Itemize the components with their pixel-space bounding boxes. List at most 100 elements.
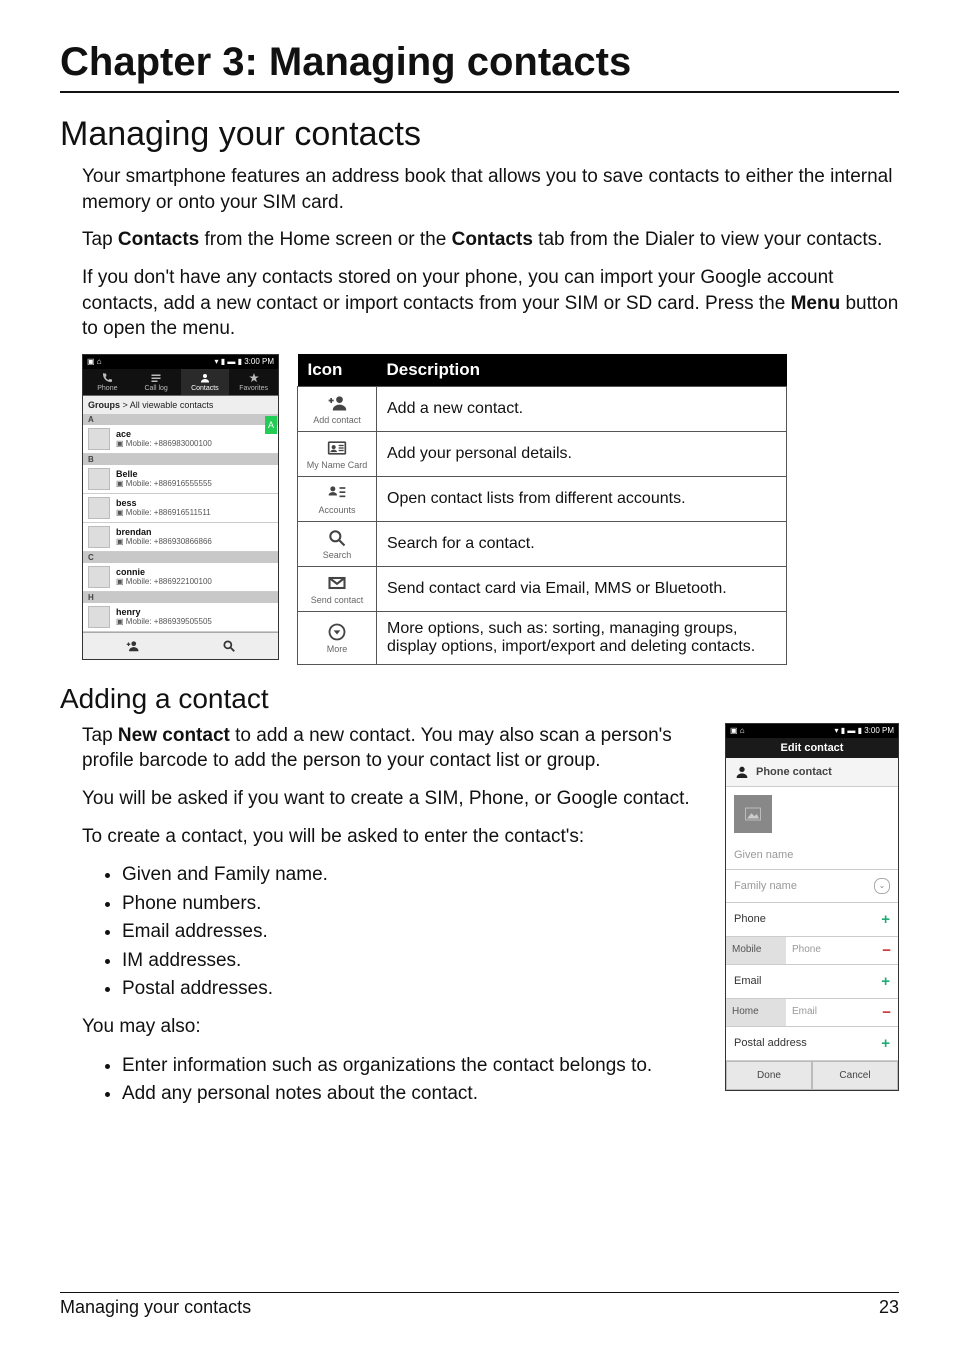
tab-contacts[interactable]: Contacts: [181, 369, 230, 395]
add-para-3: To create a contact, you will be asked t…: [82, 824, 707, 850]
icon-desc: Add a new contact.: [377, 386, 787, 431]
star-icon: [247, 372, 261, 384]
section-H: H: [83, 592, 278, 603]
icon-label: Accounts: [318, 505, 355, 515]
contact-row[interactable]: bess▣ Mobile: +886916511511: [83, 494, 278, 523]
contacts-screenshot: ▣ ⌂ ▾ ▮ ▬ ▮ 3:00 PM Phone Call log Conta…: [82, 354, 279, 660]
add-person-icon: [123, 639, 141, 653]
icon-desc: Send contact card via Email, MMS or Blue…: [377, 566, 787, 611]
contact-row[interactable]: Belle▣ Mobile: +886916555555: [83, 465, 278, 494]
person-icon: [734, 764, 750, 780]
photo-placeholder[interactable]: [734, 795, 772, 833]
tab-favorites[interactable]: Favorites: [229, 369, 278, 395]
icon-description-table: Icon Description Add contact Add a new c…: [297, 354, 787, 665]
intro-para-2: Tap Contacts from the Home screen or the…: [82, 227, 899, 253]
name-card-icon: [326, 438, 348, 458]
subsection-title: Adding a contact: [60, 683, 899, 715]
bullet-list-1: Given and Family name. Phone numbers. Em…: [82, 861, 707, 1004]
phone-section: Phone+: [726, 903, 898, 937]
add-para-1: Tap New contact to add a new contact. Yo…: [82, 723, 707, 774]
tab-phone[interactable]: Phone: [83, 369, 132, 395]
add-para-2: You will be asked if you want to create …: [82, 786, 707, 812]
given-name-field[interactable]: Given name: [726, 841, 898, 870]
phone-icon: [100, 372, 114, 384]
contact-row[interactable]: ace▣ Mobile: +886983000100: [83, 425, 278, 454]
contact-row[interactable]: brendan▣ Mobile: +886930866866: [83, 523, 278, 552]
avatar: [88, 606, 110, 628]
icon-desc: More options, such as: sorting, managing…: [377, 611, 787, 664]
more-icon: [326, 622, 348, 642]
postal-section: Postal address+: [726, 1027, 898, 1061]
person-icon: [198, 372, 212, 384]
page-number: 23: [879, 1297, 899, 1318]
contact-row[interactable]: connie▣ Mobile: +886922100100: [83, 563, 278, 592]
scroll-thumb[interactable]: A: [265, 416, 277, 434]
avatar: [88, 468, 110, 490]
bottom-bar: [83, 632, 278, 659]
bullet-list-2: Enter information such as organizations …: [82, 1052, 707, 1109]
rule: [60, 91, 899, 93]
email-section: Email+: [726, 965, 898, 999]
avatar: [88, 566, 110, 588]
search-icon: [221, 639, 237, 653]
section-B: B: [83, 454, 278, 465]
add-postal-button[interactable]: +: [881, 1035, 890, 1052]
tab-bar: Phone Call log Contacts Favorites: [83, 369, 278, 395]
intro-para-3: If you don't have any contacts stored on…: [82, 265, 899, 342]
add-contact-button[interactable]: [83, 633, 181, 659]
contact-type-row[interactable]: Phone contact: [726, 758, 898, 787]
remove-phone-button[interactable]: −: [882, 942, 891, 959]
tab-calllog[interactable]: Call log: [132, 369, 181, 395]
search-button[interactable]: [181, 633, 279, 659]
list-item: Given and Family name.: [122, 861, 707, 890]
chapter-title: Chapter 3: Managing contacts: [60, 40, 899, 85]
add-para-4: You may also:: [82, 1014, 707, 1040]
expand-icon[interactable]: ⌄: [874, 878, 890, 894]
email-field[interactable]: HomeEmail−: [726, 999, 898, 1027]
list-item: Phone numbers.: [122, 890, 707, 919]
phone-field[interactable]: MobilePhone−: [726, 937, 898, 965]
image-icon: [742, 805, 764, 823]
icon-desc: Search for a contact.: [377, 521, 787, 566]
list-item: Postal addresses.: [122, 975, 707, 1004]
page-footer: Managing your contacts 23: [60, 1292, 899, 1318]
section-title: Managing your contacts: [60, 115, 899, 154]
accounts-icon: [326, 483, 348, 503]
list-item: Enter information such as organizations …: [122, 1052, 707, 1081]
status-right: ▾ ▮ ▬ ▮ 3:00 PM: [214, 357, 274, 366]
cancel-button[interactable]: Cancel: [812, 1061, 898, 1090]
avatar: [88, 526, 110, 548]
avatar: [88, 428, 110, 450]
edit-contact-screenshot: ▣ ⌂ ▾ ▮ ▬ ▮ 3:00 PM Edit contact Phone c…: [725, 723, 899, 1091]
icon-label: Send contact: [311, 595, 364, 605]
list-item: IM addresses.: [122, 947, 707, 976]
icon-label: My Name Card: [307, 460, 368, 470]
add-email-button[interactable]: +: [881, 973, 890, 990]
done-button[interactable]: Done: [726, 1061, 812, 1090]
table-header-desc: Description: [377, 354, 787, 387]
add-contact-icon: [326, 393, 348, 413]
envelope-icon: [326, 573, 348, 593]
status-right: ▾ ▮ ▬ ▮ 3:00 PM: [834, 726, 894, 735]
avatar: [88, 497, 110, 519]
icon-desc: Open contact lists from different accoun…: [377, 476, 787, 521]
status-left-icons: ▣ ⌂: [730, 726, 745, 735]
intro-para-1: Your smartphone features an address book…: [82, 164, 899, 215]
filter-bar[interactable]: Groups > All viewable contacts: [83, 395, 278, 414]
list-item: Add any personal notes about the contact…: [122, 1080, 707, 1109]
contact-row[interactable]: henry▣ Mobile: +886939505505: [83, 603, 278, 632]
icon-label: Search: [323, 550, 352, 560]
search-icon: [326, 528, 348, 548]
icon-label: More: [327, 644, 348, 654]
family-name-field[interactable]: Family name⌄: [726, 870, 898, 903]
remove-email-button[interactable]: −: [882, 1004, 891, 1021]
calllog-icon: [149, 372, 163, 384]
section-A: A: [83, 414, 278, 425]
icon-label: Add contact: [313, 415, 361, 425]
icon-desc: Add your personal details.: [377, 431, 787, 476]
table-header-icon: Icon: [298, 354, 377, 387]
list-item: Email addresses.: [122, 918, 707, 947]
section-C: C: [83, 552, 278, 563]
footer-title: Managing your contacts: [60, 1297, 251, 1318]
add-phone-button[interactable]: +: [881, 911, 890, 928]
